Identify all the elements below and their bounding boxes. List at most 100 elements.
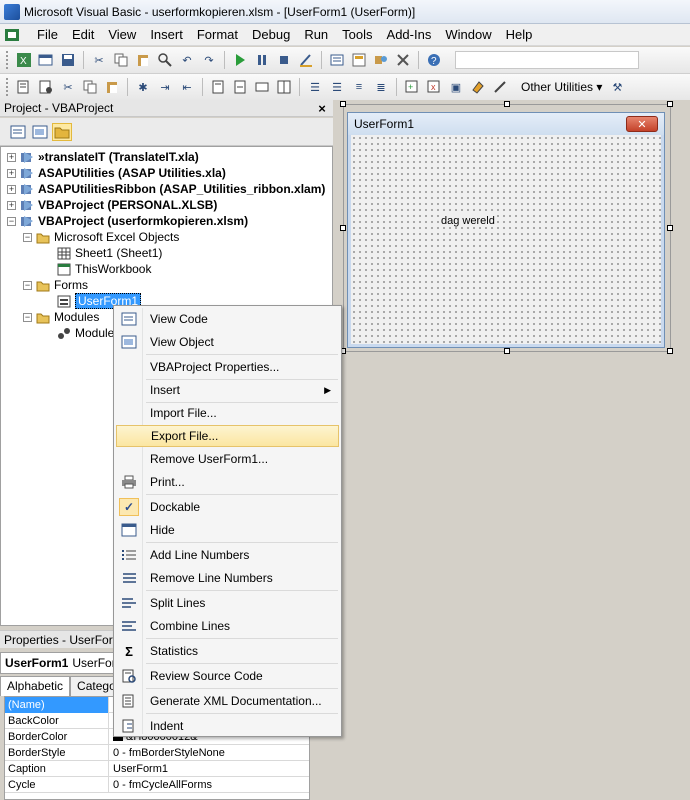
save-icon[interactable] bbox=[59, 51, 77, 69]
cut-icon[interactable]: ✂ bbox=[59, 78, 77, 96]
expand-icon[interactable]: + bbox=[7, 184, 16, 194]
list-icon[interactable]: ☰ bbox=[328, 78, 346, 96]
view-object-button[interactable] bbox=[30, 123, 50, 141]
toolbar-grip[interactable] bbox=[6, 78, 9, 96]
break-icon[interactable] bbox=[253, 51, 271, 69]
pencil-icon[interactable] bbox=[491, 78, 509, 96]
project-explorer-icon[interactable] bbox=[328, 51, 346, 69]
menu-insert[interactable]: Insert bbox=[143, 27, 190, 42]
menu-item-review-source-code[interactable]: Review Source Code bbox=[116, 665, 339, 687]
eraser-icon[interactable] bbox=[469, 78, 487, 96]
magic-wand-icon[interactable]: ✱ bbox=[134, 78, 152, 96]
format-block-icon[interactable] bbox=[253, 78, 271, 96]
cut-icon[interactable]: ✂ bbox=[90, 51, 108, 69]
object-browser-icon[interactable] bbox=[372, 51, 390, 69]
tree-node-asaputilitiesribbon[interactable]: + ASAPUtilitiesRibbon (ASAP_Utilities_ri… bbox=[7, 181, 325, 197]
tree-node-thisworkbook[interactable]: ThisWorkbook bbox=[57, 261, 151, 277]
resize-handle[interactable] bbox=[667, 348, 673, 354]
menu-item-hide[interactable]: Hide bbox=[116, 519, 339, 541]
menu-item-view-object[interactable]: View Object bbox=[116, 331, 339, 353]
collapse-icon[interactable]: − bbox=[23, 232, 32, 242]
menu-window[interactable]: Window bbox=[438, 27, 498, 42]
reset-icon[interactable] bbox=[275, 51, 293, 69]
collapse-icon[interactable]: − bbox=[7, 216, 16, 226]
module-remove-icon[interactable]: x bbox=[425, 78, 443, 96]
menu-item-split-lines[interactable]: Split Lines bbox=[116, 592, 339, 614]
paste-icon[interactable] bbox=[134, 51, 152, 69]
other-utilities-dropdown[interactable]: Other Utilities ▾ bbox=[517, 80, 606, 94]
outdent-icon[interactable]: ⇤ bbox=[178, 78, 196, 96]
collapse-icon[interactable]: − bbox=[23, 280, 32, 290]
paste-icon[interactable] bbox=[103, 78, 121, 96]
list-properties-icon[interactable] bbox=[15, 78, 33, 96]
resize-handle[interactable] bbox=[504, 101, 510, 107]
resize-handle[interactable] bbox=[340, 101, 346, 107]
list-constants-icon[interactable] bbox=[37, 78, 55, 96]
menu-format[interactable]: Format bbox=[190, 27, 245, 42]
tree-node-personal[interactable]: + VBAProject (PERSONAL.XLSB) bbox=[7, 197, 217, 213]
menu-view[interactable]: View bbox=[101, 27, 143, 42]
copy-icon[interactable] bbox=[112, 51, 130, 69]
menu-item-export-file[interactable]: Export File... bbox=[116, 425, 339, 447]
menu-item-print[interactable]: Print... bbox=[116, 471, 339, 493]
undo-icon[interactable]: ↶ bbox=[178, 51, 196, 69]
resize-handle[interactable] bbox=[340, 225, 346, 231]
userform-canvas[interactable]: dag wereld bbox=[351, 135, 661, 344]
menu-item-combine-lines[interactable]: Combine Lines bbox=[116, 615, 339, 637]
toggle-folders-button[interactable] bbox=[52, 122, 72, 141]
menu-item-indent[interactable]: Indent bbox=[116, 715, 339, 737]
insert-userform-icon[interactable] bbox=[37, 51, 55, 69]
close-icon[interactable]: × bbox=[315, 101, 329, 116]
copy-icon[interactable] bbox=[81, 78, 99, 96]
menu-help[interactable]: Help bbox=[499, 27, 540, 42]
design-mode-icon[interactable] bbox=[297, 51, 315, 69]
tree-node-forms[interactable]: − Forms bbox=[23, 277, 88, 293]
tree-node-sheet1[interactable]: Sheet1 (Sheet1) bbox=[57, 245, 162, 261]
format-doc-icon[interactable] bbox=[231, 78, 249, 96]
menu-debug[interactable]: Debug bbox=[245, 27, 297, 42]
userform-window[interactable]: UserForm1 ✕ dag wereld bbox=[347, 112, 665, 348]
menu-item-dockable[interactable]: ✓ Dockable bbox=[116, 496, 339, 518]
userform-label[interactable]: dag wereld bbox=[439, 215, 497, 227]
menu-item-view-code[interactable]: View Code bbox=[116, 308, 339, 330]
tree-node-module[interactable]: Module bbox=[57, 325, 114, 341]
format-align-icon[interactable] bbox=[209, 78, 227, 96]
resize-handle[interactable] bbox=[667, 101, 673, 107]
menu-item-remove-line-numbers[interactable]: Remove Line Numbers bbox=[116, 567, 339, 589]
menu-item-import-file[interactable]: Import File... bbox=[116, 402, 339, 424]
menu-add-ins[interactable]: Add-Ins bbox=[380, 27, 439, 42]
option-icon[interactable]: ▣ bbox=[447, 78, 465, 96]
property-row[interactable]: Cycle 0 - fmCycleAllForms bbox=[5, 776, 309, 793]
expand-icon[interactable]: + bbox=[7, 200, 16, 210]
view-code-button[interactable] bbox=[8, 123, 28, 141]
menu-item-add-line-numbers[interactable]: Add Line Numbers bbox=[116, 544, 339, 566]
format-grid-icon[interactable] bbox=[275, 78, 293, 96]
tree-node-excel-objects[interactable]: − Microsoft Excel Objects bbox=[23, 229, 179, 245]
tree-node-asaputilities[interactable]: + ASAPUtilities (ASAP Utilities.xla) bbox=[7, 165, 226, 181]
tab-alphabetic[interactable]: Alphabetic bbox=[0, 676, 71, 696]
menu-item-insert[interactable]: Insert ▶ bbox=[116, 379, 339, 401]
expand-icon[interactable]: + bbox=[7, 168, 16, 178]
redo-icon[interactable]: ↷ bbox=[200, 51, 218, 69]
excel-icon[interactable] bbox=[4, 27, 22, 43]
combine-lines-icon[interactable]: ≣ bbox=[372, 78, 390, 96]
menu-item-generate-xml[interactable]: Generate XML Documentation... bbox=[116, 690, 339, 712]
tree-node-translateit[interactable]: + »translateIT (TranslateIT.xla) bbox=[7, 149, 199, 165]
property-value[interactable]: UserForm1 bbox=[109, 763, 168, 775]
menu-item-remove-userform1[interactable]: Remove UserForm1... bbox=[116, 448, 339, 470]
menu-edit[interactable]: Edit bbox=[65, 27, 101, 42]
property-value[interactable]: 0 - fmBorderStyleNone bbox=[109, 747, 225, 759]
split-lines-icon[interactable]: ≡ bbox=[350, 78, 368, 96]
property-value[interactable]: 0 - fmCycleAllForms bbox=[109, 779, 212, 791]
property-row[interactable]: Caption UserForm1 bbox=[5, 760, 309, 777]
find-icon[interactable] bbox=[156, 51, 174, 69]
close-icon[interactable]: ✕ bbox=[626, 116, 658, 132]
menu-file[interactable]: File bbox=[30, 27, 65, 42]
menu-item-statistics[interactable]: Σ Statistics bbox=[116, 640, 339, 662]
property-row[interactable]: BorderStyle 0 - fmBorderStyleNone bbox=[5, 744, 309, 761]
help-icon[interactable]: ? bbox=[425, 51, 443, 69]
view-excel-icon[interactable]: X bbox=[15, 51, 33, 69]
toolbar-grip[interactable] bbox=[6, 51, 9, 69]
menu-item-vbaproject-properties[interactable]: VBAProject Properties... bbox=[116, 356, 339, 378]
tools-icon[interactable]: ⚒ bbox=[608, 78, 626, 96]
